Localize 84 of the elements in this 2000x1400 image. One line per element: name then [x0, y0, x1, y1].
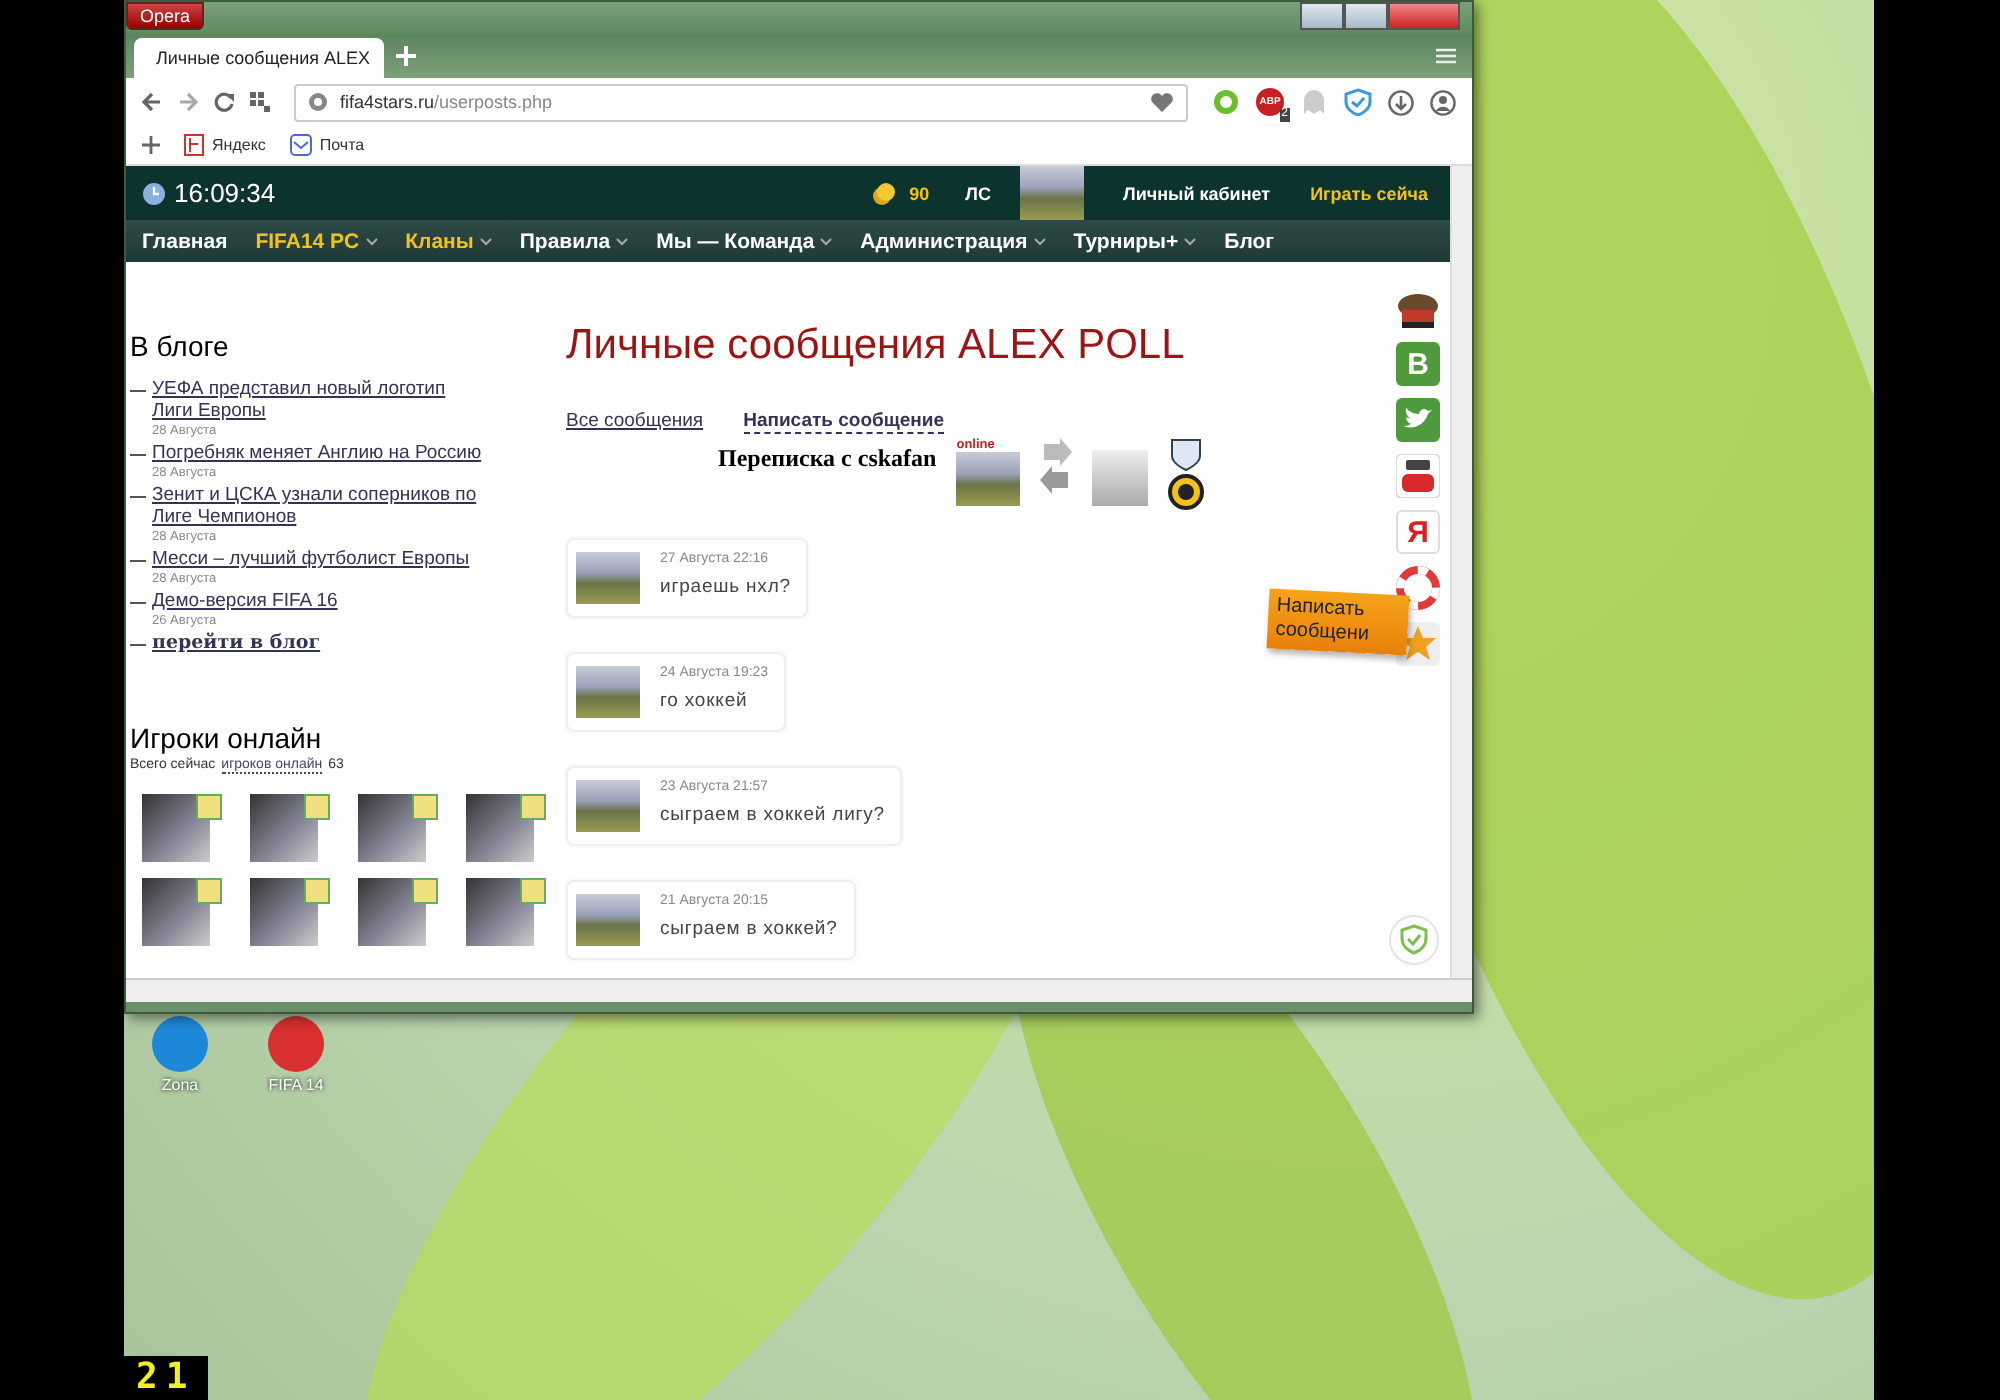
counter-display: 21 [124, 1356, 208, 1400]
nav-item[interactable]: Главная [142, 229, 228, 253]
message-text: сыграем в хоккей? [660, 918, 838, 940]
nav-item[interactable]: Правила [519, 229, 629, 253]
minimize-button[interactable] [1300, 2, 1344, 30]
coin-count: 90 [909, 183, 930, 203]
message-text: играешь нхл? [660, 576, 791, 598]
badge-icon [304, 878, 330, 904]
lifebuoy-icon[interactable] [1396, 566, 1440, 610]
swap-arrows-icon [1040, 438, 1073, 494]
close-button[interactable] [1388, 2, 1460, 30]
user-avatar[interactable] [956, 452, 1021, 506]
badge-icon [520, 794, 546, 820]
plus-icon[interactable] [142, 136, 160, 154]
coins-icon [871, 181, 896, 205]
messages-link[interactable]: ЛС [965, 183, 991, 203]
sender-avatar [576, 666, 640, 718]
blog-post-link[interactable]: Погребняк меняет Англию на Россию [152, 442, 482, 464]
badge-icon [412, 878, 438, 904]
back-icon[interactable] [142, 92, 162, 112]
badge-icon [304, 794, 330, 820]
badge-icon [520, 878, 546, 904]
social-link[interactable]: Я [1396, 510, 1440, 554]
play-now-link[interactable]: Играть сейча [1310, 183, 1428, 203]
clock-time: 16:09:34 [174, 178, 276, 208]
nav-item[interactable]: Турниры+ [1073, 229, 1197, 253]
nav-item[interactable]: FIFA14 PC [255, 229, 378, 253]
bookmark-link[interactable]: Почта [289, 134, 365, 156]
clock-icon [142, 181, 166, 205]
tab-title: Личные сообщения ALEX [156, 48, 371, 68]
player-avatar[interactable] [250, 794, 318, 862]
sender-avatar [576, 894, 640, 946]
sender-avatar [576, 780, 640, 832]
shield-icon[interactable] [1344, 88, 1372, 116]
reload-icon[interactable] [214, 92, 234, 112]
grid-icon[interactable] [250, 92, 270, 112]
nav-item[interactable]: Блог [1224, 229, 1275, 253]
message-text: го хоккей [660, 690, 750, 712]
badge-icon [196, 794, 222, 820]
bird-icon[interactable] [1396, 398, 1440, 442]
mail-icon [289, 134, 312, 156]
player-avatar[interactable] [466, 794, 534, 862]
message-tab[interactable]: Все сообщения [566, 410, 704, 434]
browser-tab[interactable]: Личные сообщения ALEX [134, 38, 384, 78]
page-title: Личные сообщения ALEX POLL [566, 322, 1185, 370]
cap-icon[interactable] [1396, 290, 1440, 330]
blog-post-link[interactable]: УЕФА представил новый логотип Лиги Европы [152, 378, 482, 422]
sender-avatar [576, 552, 640, 604]
badge-icon [412, 794, 438, 820]
conversation-title: Переписка с cskafan [718, 444, 937, 474]
heart-icon[interactable] [1150, 91, 1174, 113]
maximize-button[interactable] [1344, 2, 1388, 30]
url-text: fifa4stars.ru/userposts.php [340, 92, 553, 112]
opera-menu-button[interactable]: Opera [126, 2, 205, 30]
player-avatar[interactable] [466, 878, 534, 946]
section-title: В блоге [130, 330, 231, 362]
blog-link[interactable]: перейти в блог [152, 632, 321, 654]
download-icon[interactable] [1388, 89, 1414, 115]
nav-item[interactable]: Администрация [860, 229, 1046, 253]
message-text: сыграем в хоккей лигу? [660, 804, 885, 826]
player-avatar[interactable] [142, 794, 210, 862]
emblems-icon [1168, 438, 1205, 510]
address-field[interactable]: fifa4stars.ru/userposts.php [294, 83, 1188, 121]
vertical-scrollbar[interactable] [1450, 166, 1472, 978]
player-avatar[interactable] [250, 878, 318, 946]
avatar-photo[interactable] [1019, 166, 1083, 220]
section-title: Игроки онлайн [130, 722, 324, 754]
player-avatar[interactable] [358, 878, 426, 946]
blog-post-link[interactable]: Демо-версия FIFA 16 [152, 590, 482, 612]
bookmark-link[interactable]: Яндекс [184, 134, 266, 156]
write-message-button[interactable]: Написать сообщени [1266, 588, 1410, 656]
horizontal-scrollbar[interactable] [126, 978, 1472, 1002]
player-avatar[interactable] [358, 794, 426, 862]
menu-icon[interactable] [1436, 48, 1456, 64]
player-avatar[interactable] [142, 878, 210, 946]
nav-item[interactable]: Мы — Команда [656, 229, 833, 253]
message-tab[interactable]: Написать сообщение [743, 410, 945, 434]
nav-item[interactable]: Кланы [405, 229, 492, 253]
cabinet-link[interactable]: Личный кабинет [1123, 183, 1271, 203]
blog-post-link[interactable]: Зенит и ЦСКА узнали соперников по Лиге Чемпионов [152, 484, 482, 528]
blog-post-link[interactable]: Месси – лучший футболист Европы [152, 548, 482, 570]
badge-icon [196, 878, 222, 904]
video-icon[interactable] [1396, 454, 1440, 498]
account-icon[interactable] [1430, 89, 1456, 115]
